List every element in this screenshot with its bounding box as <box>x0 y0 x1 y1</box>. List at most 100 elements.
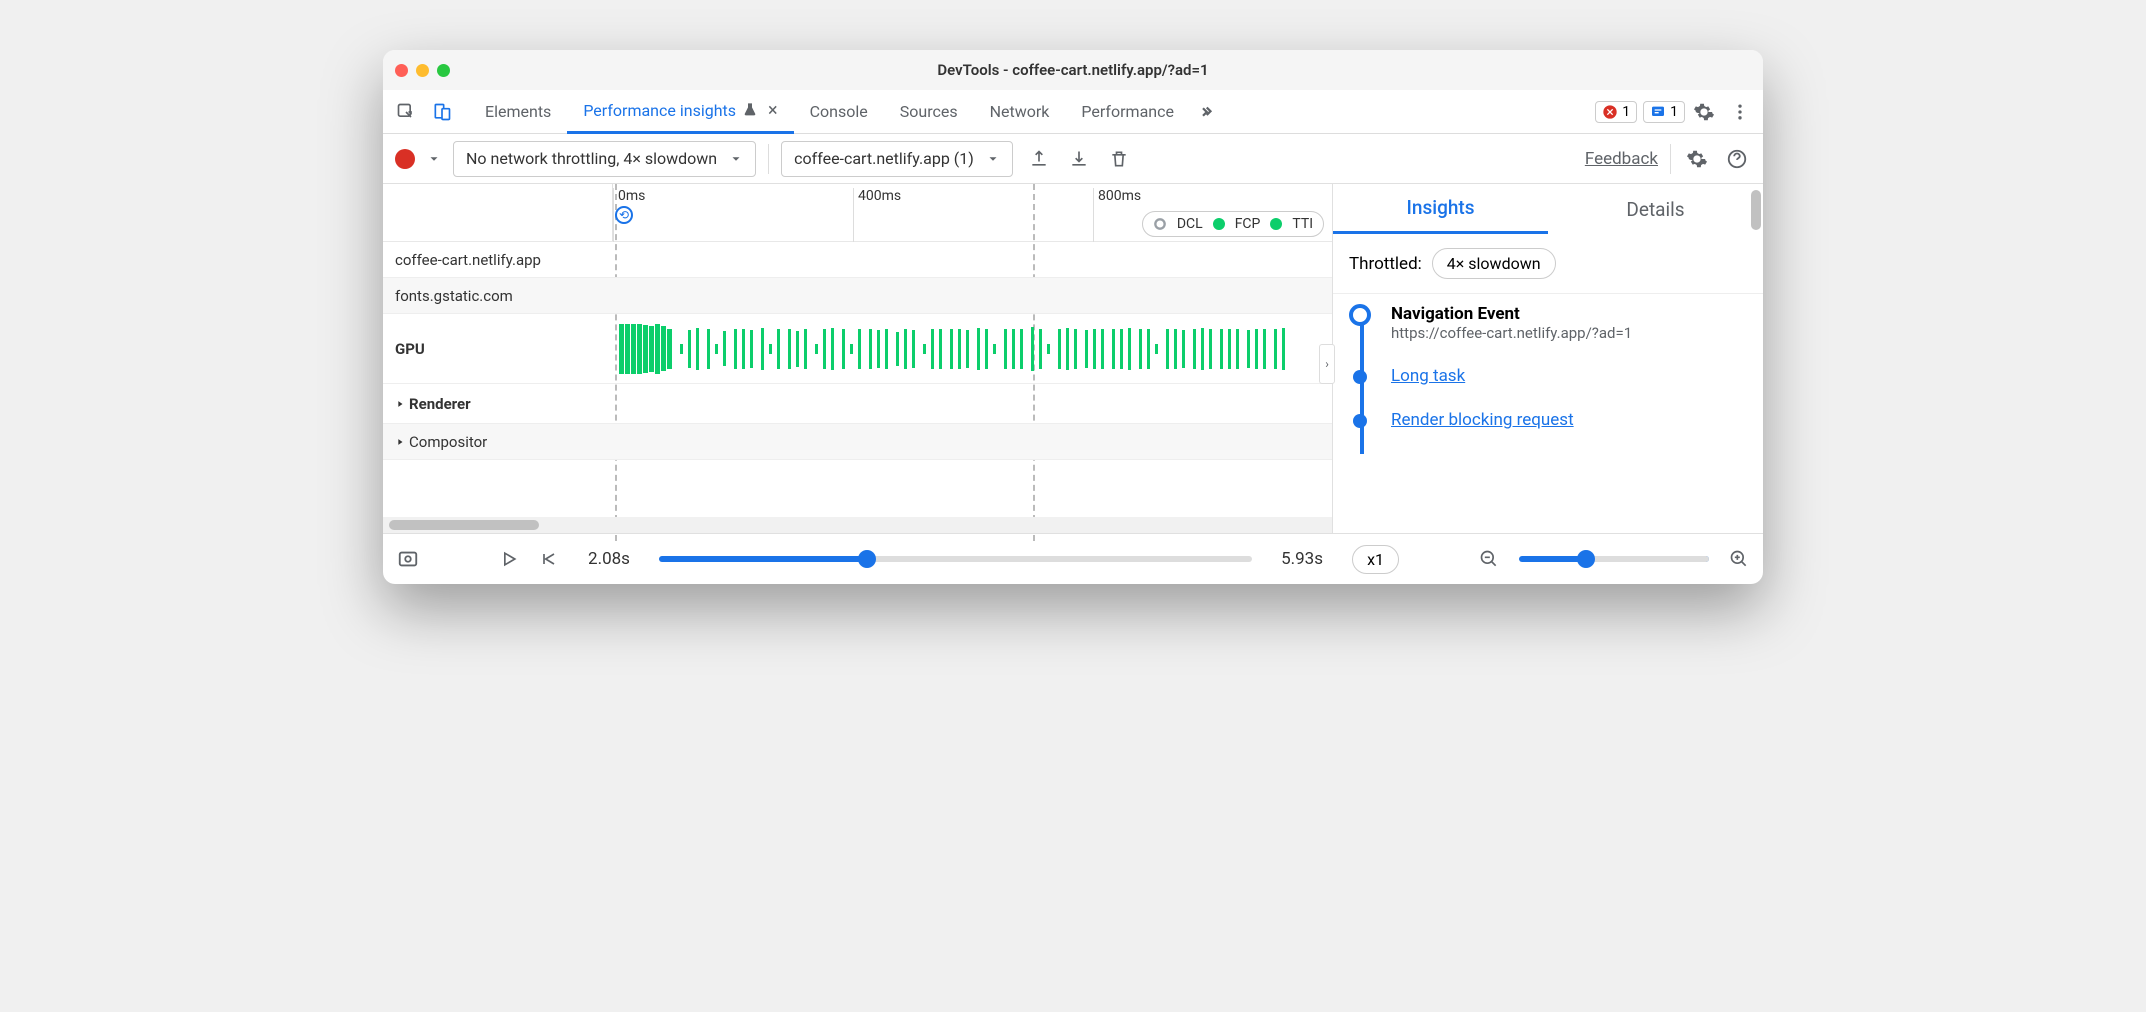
devtools-window: DevTools - coffee-cart.netlify.app/?ad=1… <box>383 50 1763 584</box>
navigation-start-marker[interactable]: ⟲ <box>615 206 633 224</box>
maximize-window-button[interactable] <box>437 64 450 77</box>
devtools-tabbar: Elements Performance insights × Console … <box>383 90 1763 134</box>
gpu-activity-bars <box>613 314 1332 383</box>
tab-label: Elements <box>485 102 551 121</box>
zoom-in-icon[interactable] <box>1729 549 1749 569</box>
insight-title: Navigation Event <box>1391 304 1747 324</box>
feedback-link[interactable]: Feedback <box>1585 149 1658 169</box>
minimize-window-button[interactable] <box>416 64 429 77</box>
tab-insights[interactable]: Insights <box>1333 184 1548 234</box>
track-label: Compositor <box>383 433 613 451</box>
ruler-tick-label: 800ms <box>1098 188 1141 204</box>
insight-render-blocking[interactable]: Render blocking request <box>1349 410 1747 430</box>
import-icon[interactable] <box>1065 145 1093 173</box>
divider <box>1670 144 1671 174</box>
errors-badge[interactable]: 1 <box>1595 101 1637 123</box>
page-select-label: coffee-cart.netlify.app (1) <box>794 149 974 168</box>
device-toggle-icon[interactable] <box>425 95 459 129</box>
dot-marker-icon <box>1353 414 1367 428</box>
tab-label: Sources <box>900 102 958 121</box>
dot-marker-icon <box>1353 370 1367 384</box>
throttled-label: Throttled: <box>1349 254 1422 274</box>
chevron-down-icon <box>729 152 743 166</box>
messages-badge[interactable]: 1 <box>1643 101 1685 123</box>
play-icon[interactable] <box>499 549 519 569</box>
throttling-label: No network throttling, 4× slowdown <box>466 149 717 168</box>
divider <box>768 144 769 174</box>
speed-chip[interactable]: x1 <box>1352 545 1399 574</box>
sidebar-tabs: Insights Details <box>1333 184 1763 234</box>
track-label: GPU <box>383 340 613 358</box>
track-label: coffee-cart.netlify.app <box>383 251 613 269</box>
tab-label: Network <box>990 102 1050 121</box>
more-tabs-icon[interactable] <box>1192 95 1226 129</box>
metrics-legend: DCL FCP TTI <box>1142 211 1324 237</box>
horizontal-scrollbar[interactable] <box>383 517 1332 533</box>
tab-performance-insights[interactable]: Performance insights × <box>567 90 793 134</box>
renderer-track[interactable]: Renderer <box>383 384 1332 424</box>
tti-dot-icon <box>1270 218 1282 230</box>
throttled-chip[interactable]: 4× slowdown <box>1432 248 1556 279</box>
track-label: fonts.gstatic.com <box>383 287 613 305</box>
insight-navigation[interactable]: Navigation Event https://coffee-cart.net… <box>1349 304 1747 342</box>
throttled-row: Throttled: 4× slowdown <box>1333 234 1763 294</box>
compositor-track[interactable]: Compositor <box>383 424 1332 460</box>
ring-marker-icon <box>1349 304 1371 326</box>
titlebar: DevTools - coffee-cart.netlify.app/?ad=1 <box>383 50 1763 90</box>
panel-settings-icon[interactable] <box>1683 145 1711 173</box>
insight-link[interactable]: Render blocking request <box>1391 410 1574 430</box>
network-track[interactable]: fonts.gstatic.com <box>383 278 1332 314</box>
record-menu-chevron-icon[interactable] <box>427 152 441 166</box>
caret-right-icon <box>395 437 405 447</box>
tab-label: Performance insights <box>583 101 736 120</box>
playback-slider[interactable] <box>659 556 1252 562</box>
network-track[interactable]: coffee-cart.netlify.app <box>383 242 1332 278</box>
help-icon[interactable] <box>1723 145 1751 173</box>
tab-performance[interactable]: Performance <box>1065 90 1190 134</box>
tab-elements[interactable]: Elements <box>469 90 567 134</box>
timeline-panel: 0ms 400ms 800ms ⟲ DCL FCP TTI c <box>383 184 1333 533</box>
metric-label: DCL <box>1177 216 1203 232</box>
metric-label: TTI <box>1292 216 1313 232</box>
traffic-lights <box>395 64 450 77</box>
time-start: 2.08s <box>579 549 639 569</box>
zoom-slider[interactable] <box>1519 556 1709 562</box>
throttling-select[interactable]: No network throttling, 4× slowdown <box>453 141 756 177</box>
panel-tabs: Elements Performance insights × Console … <box>469 90 1190 134</box>
delete-icon[interactable] <box>1105 145 1133 173</box>
insight-link[interactable]: Long task <box>1391 366 1465 386</box>
gpu-track[interactable]: GPU <box>383 314 1332 384</box>
tab-label: Performance <box>1081 102 1174 121</box>
insight-url: https://coffee-cart.netlify.app/?ad=1 <box>1391 324 1747 342</box>
tab-sources[interactable]: Sources <box>884 90 974 134</box>
dcl-ring-icon <box>1153 217 1167 231</box>
tracks: coffee-cart.netlify.app fonts.gstatic.co… <box>383 242 1332 517</box>
close-window-button[interactable] <box>395 64 408 77</box>
messages-count: 1 <box>1670 104 1678 120</box>
kebab-menu-icon[interactable] <box>1723 95 1757 129</box>
insights-list: Navigation Event https://coffee-cart.net… <box>1333 294 1763 454</box>
settings-icon[interactable] <box>1687 95 1721 129</box>
time-ruler[interactable]: 0ms 400ms 800ms ⟲ DCL FCP TTI <box>383 184 1332 242</box>
window-title: DevTools - coffee-cart.netlify.app/?ad=1 <box>383 61 1763 79</box>
flask-icon <box>742 102 758 118</box>
insight-long-task[interactable]: Long task <box>1349 366 1747 386</box>
tab-console[interactable]: Console <box>794 90 884 134</box>
tab-network[interactable]: Network <box>974 90 1066 134</box>
metric-label: FCP <box>1235 216 1261 232</box>
export-icon[interactable] <box>1025 145 1053 173</box>
rewind-icon[interactable] <box>539 549 559 569</box>
time-end: 5.93s <box>1272 549 1332 569</box>
zoom-out-icon[interactable] <box>1479 549 1499 569</box>
inspect-element-icon[interactable] <box>389 95 423 129</box>
chevron-down-icon <box>986 152 1000 166</box>
record-button[interactable] <box>395 149 415 169</box>
tab-details[interactable]: Details <box>1548 184 1763 234</box>
insights-toolbar: No network throttling, 4× slowdown coffe… <box>383 134 1763 184</box>
ruler-tick-label: 0ms <box>618 188 645 204</box>
preview-toggle-icon[interactable] <box>397 548 419 570</box>
track-label: Renderer <box>383 395 613 413</box>
errors-count: 1 <box>1622 104 1630 120</box>
page-select[interactable]: coffee-cart.netlify.app (1) <box>781 141 1013 177</box>
close-tab-icon[interactable]: × <box>768 100 778 121</box>
